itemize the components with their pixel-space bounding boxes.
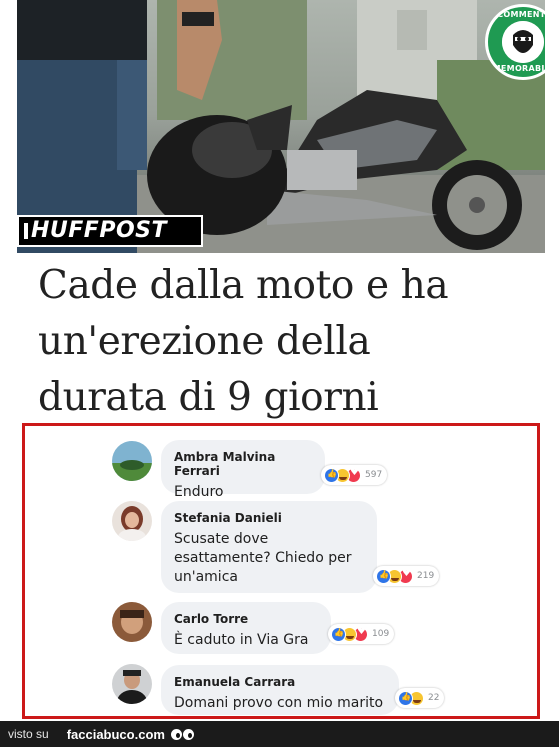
comment-text: È caduto in Via Gra [174, 632, 309, 648]
reaction-count: 219 [417, 571, 435, 581]
comment-text: Enduro [174, 484, 224, 500]
comments-frame: Ambra Malvina Ferrari Enduro 597 Stefani… [22, 423, 540, 719]
like-icon [324, 467, 339, 483]
reactions-summary[interactable]: 22 [395, 688, 445, 708]
reactions-summary[interactable]: 109 [328, 624, 395, 644]
bearded-face-icon [502, 21, 544, 63]
comment-author[interactable]: Stefania Danieli [174, 511, 364, 525]
comment-text: Domani provo con mio marito [174, 695, 384, 711]
comment-text-line: Scusate dove [174, 531, 269, 547]
eyes-icon [170, 728, 195, 740]
avatar[interactable] [112, 441, 152, 481]
commenti-memorabili-logo: COMMENTI MEMORABILI [485, 4, 545, 80]
article-headline: Cade dalla moto e ha un'erezione della d… [38, 258, 538, 426]
avatar[interactable] [112, 602, 152, 642]
comment-bubble: Stefania Danieli Scusate dove esattament… [161, 501, 377, 593]
comment-text-line: un'amica [174, 569, 238, 585]
watermark-footer: visto su facciabuco.com [0, 721, 559, 747]
comment-text-line: esattamente? Chiedo per [174, 550, 352, 566]
reactions-summary[interactable]: 219 [373, 566, 440, 586]
reactions-summary[interactable]: 597 [321, 465, 388, 485]
like-icon [376, 568, 391, 584]
avatar[interactable] [112, 501, 152, 541]
comment-bubble: Carlo Torre È caduto in Via Gra [161, 602, 331, 654]
comment-bubble: Emanuela Carrara Domani provo con mio ma… [161, 665, 399, 715]
footer-prefix: visto su [8, 727, 49, 741]
badge-top-text: COMMENTI [497, 10, 545, 19]
comment-author[interactable]: Emanuela Carrara [174, 675, 386, 689]
like-icon [331, 626, 346, 642]
headline-line-1: Cade dalla moto e ha [38, 263, 449, 308]
comment-bubble: Ambra Malvina Ferrari Enduro [161, 440, 325, 500]
reaction-count: 109 [372, 629, 390, 639]
headline-line-3: durata di 9 giorni [38, 375, 379, 420]
comment-author[interactable]: Carlo Torre [174, 612, 318, 626]
huffpost-logo: HUFFPOST [17, 215, 203, 247]
site-link[interactable]: facciabuco.com [67, 727, 165, 742]
badge-bottom-text: MEMORABILI [492, 64, 545, 73]
avatar[interactable] [112, 664, 152, 704]
reaction-count: 597 [365, 470, 383, 480]
comment-author[interactable]: Ambra Malvina Ferrari [174, 450, 312, 478]
headline-line-2: un'erezione della [38, 319, 371, 364]
reaction-count: 22 [428, 693, 440, 703]
like-icon [398, 690, 413, 706]
